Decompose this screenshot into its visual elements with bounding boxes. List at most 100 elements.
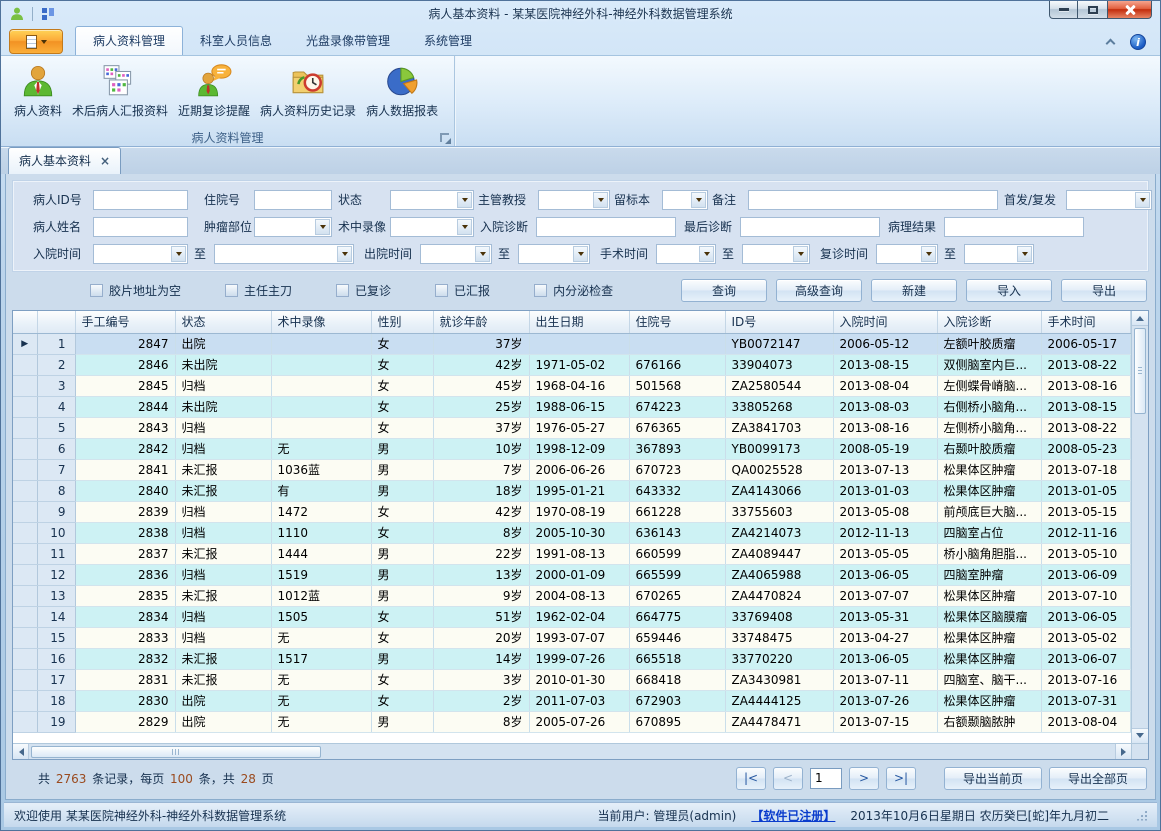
filter-combo-surgery-date-from[interactable]: [656, 244, 716, 264]
application-menu-button[interactable]: [9, 29, 63, 54]
column-header-admission-date[interactable]: 入院时间: [833, 311, 937, 333]
ribbon-button-病人资料历史记录[interactable]: 病人资料历史记录: [255, 61, 361, 121]
column-header-admission-diagnosis[interactable]: 入院诊断: [937, 311, 1041, 333]
table-row-3[interactable]: 32845归档女45岁1968-04-16501568ZA25805442013…: [13, 375, 1131, 396]
table-row-19[interactable]: 192829出院无男8岁2005-07-26670895ZA4478471201…: [13, 711, 1131, 732]
scroll-right-icon[interactable]: [1115, 744, 1131, 759]
chevron-down-icon[interactable]: [573, 246, 588, 262]
chevron-down-icon[interactable]: [457, 219, 472, 235]
chevron-down-icon[interactable]: [315, 219, 330, 235]
app-logo-person-icon[interactable]: [9, 6, 25, 22]
chevron-down-icon[interactable]: [691, 192, 706, 208]
checkbox-主任主刀[interactable]: 主任主刀: [225, 282, 292, 299]
table-row-2[interactable]: 22846未出院女42岁1971-05-02676166339040732013…: [13, 354, 1131, 375]
column-header-surgery-date[interactable]: 手术时间: [1041, 311, 1131, 333]
ribbon-button-近期复诊提醒[interactable]: 近期复诊提醒: [173, 61, 255, 121]
chevron-down-icon[interactable]: [593, 192, 608, 208]
export-current-page-button[interactable]: 导出当前页: [944, 767, 1042, 790]
export-all-pages-button[interactable]: 导出全部页: [1049, 767, 1147, 790]
column-header-manual-no[interactable]: 手工编号: [75, 311, 175, 333]
page-number-input[interactable]: [810, 768, 842, 789]
tab-patient-basic-info[interactable]: 病人基本资料 ×: [8, 147, 121, 174]
table-row-15[interactable]: 152833归档无女20岁1993-07-0765944633748475201…: [13, 627, 1131, 648]
table-row-12[interactable]: 122836归档1519男13岁2000-01-09665599ZA406598…: [13, 564, 1131, 585]
filter-input-remarks[interactable]: [748, 190, 998, 210]
last-page-button[interactable]: >|: [886, 767, 916, 790]
table-row-11[interactable]: 112837未汇报1444男22岁1991-08-13660599ZA40894…: [13, 543, 1131, 564]
button-查询[interactable]: 查询: [681, 279, 767, 302]
column-header-birth-date[interactable]: 出生日期: [529, 311, 629, 333]
chevron-down-icon[interactable]: [699, 246, 714, 262]
table-row-17[interactable]: 172831未汇报无女3岁2010-01-30668418ZA343098120…: [13, 669, 1131, 690]
dialog-launcher-icon[interactable]: [440, 133, 449, 142]
column-header-id-no[interactable]: ID号: [725, 311, 833, 333]
filter-combo-discharge-date-to[interactable]: [518, 244, 590, 264]
table-row-6[interactable]: 62842归档无男10岁1998-12-09367893YB0099173200…: [13, 438, 1131, 459]
filter-input-final-diagnosis[interactable]: [740, 217, 880, 237]
table-row-9[interactable]: 92839归档1472女42岁1970-08-19661228337556032…: [13, 501, 1131, 522]
scroll-down-icon[interactable]: [1132, 728, 1148, 743]
column-header-admission-no[interactable]: 住院号: [629, 311, 725, 333]
filter-combo-chief-professor[interactable]: [538, 190, 610, 210]
vertical-scroll-thumb[interactable]: [1134, 328, 1146, 414]
checkbox-已复诊[interactable]: 已复诊: [336, 282, 391, 299]
filter-combo-surgery-date-to[interactable]: [742, 244, 810, 264]
chevron-down-icon[interactable]: [171, 246, 186, 262]
ribbon-tab-科室人员信息[interactable]: 科室人员信息: [183, 27, 289, 55]
close-button[interactable]: [1107, 1, 1152, 19]
ribbon-tab-光盘录像带管理[interactable]: 光盘录像带管理: [289, 27, 407, 55]
tab-close-icon[interactable]: ×: [100, 155, 110, 167]
window-grid-icon[interactable]: [40, 6, 56, 22]
checkbox-内分泌检查[interactable]: 内分泌检查: [534, 282, 613, 299]
table-row-4[interactable]: 42844未出院女25岁1988-06-15674223338052682013…: [13, 396, 1131, 417]
table-row-7[interactable]: 72841未汇报1036蓝男7岁2006-06-26670723QA002552…: [13, 459, 1131, 480]
minimize-button[interactable]: [1049, 1, 1078, 19]
checkbox-胶片地址为空[interactable]: 胶片地址为空: [90, 282, 181, 299]
maximize-button[interactable]: [1078, 1, 1107, 19]
vertical-scrollbar[interactable]: [1131, 311, 1148, 743]
filter-combo-discharge-date-from[interactable]: [420, 244, 492, 264]
chevron-down-icon[interactable]: [921, 246, 936, 262]
table-row-14[interactable]: 142834归档1505女51岁1962-02-0466477533769408…: [13, 606, 1131, 627]
filter-input-admission-no[interactable]: [254, 190, 332, 210]
horizontal-scroll-thumb[interactable]: [31, 746, 321, 758]
checkbox-icon[interactable]: [90, 284, 103, 297]
filter-input-patient-id[interactable]: [93, 190, 188, 210]
ribbon-button-病人数据报表[interactable]: 病人数据报表: [361, 61, 443, 121]
table-row-1[interactable]: ▶12847出院女37岁YB00721472006-05-12左额叶胶质瘤200…: [13, 333, 1131, 354]
checkbox-icon[interactable]: [534, 284, 547, 297]
chevron-down-icon[interactable]: [1017, 246, 1032, 262]
checkbox-icon[interactable]: [225, 284, 238, 297]
column-header-status[interactable]: 状态: [175, 311, 271, 333]
checkbox-icon[interactable]: [435, 284, 448, 297]
filter-combo-revisit-date-from[interactable]: [876, 244, 938, 264]
table-row-8[interactable]: 82840未汇报有男18岁1995-01-21643332ZA414306620…: [13, 480, 1131, 501]
filter-combo-admission-date-to[interactable]: [214, 244, 354, 264]
button-导出[interactable]: 导出: [1061, 279, 1147, 302]
table-row-18[interactable]: 182830出院无女2岁2011-07-03672903ZA4444125201…: [13, 690, 1131, 711]
filter-combo-revisit-date-to[interactable]: [964, 244, 1034, 264]
filter-combo-tumor-site[interactable]: [254, 217, 332, 237]
info-icon[interactable]: i: [1130, 34, 1146, 50]
ribbon-button-术后病人汇报资料[interactable]: 术后病人汇报资料: [67, 61, 173, 121]
table-row-5[interactable]: 52843归档女37岁1976-05-27676365ZA38417032013…: [13, 417, 1131, 438]
first-page-button[interactable]: |<: [736, 767, 766, 790]
column-header-surgery-video[interactable]: 术中录像: [271, 311, 371, 333]
filter-combo-first-or-recurrent[interactable]: [1066, 190, 1152, 210]
horizontal-scrollbar[interactable]: [13, 744, 1131, 759]
chevron-down-icon[interactable]: [793, 246, 808, 262]
table-row-10[interactable]: 102838归档1110女8岁2005-10-30636143ZA4214073…: [13, 522, 1131, 543]
chevron-down-icon[interactable]: [1135, 192, 1150, 208]
software-registered-link[interactable]: 【软件已注册】: [751, 807, 835, 824]
filter-combo-surgery-video[interactable]: [390, 217, 474, 237]
chevron-down-icon[interactable]: [457, 192, 472, 208]
filter-combo-specimen[interactable]: [662, 190, 708, 210]
checkbox-icon[interactable]: [336, 284, 349, 297]
prev-page-button[interactable]: <: [773, 767, 803, 790]
collapse-ribbon-icon[interactable]: [1106, 39, 1116, 49]
chevron-down-icon[interactable]: [337, 246, 352, 262]
ribbon-button-病人资料[interactable]: 病人资料: [9, 61, 67, 121]
filter-input-admission-diagnosis[interactable]: [536, 217, 676, 237]
filter-input-patient-name[interactable]: [93, 217, 188, 237]
scroll-up-icon[interactable]: [1132, 311, 1148, 326]
